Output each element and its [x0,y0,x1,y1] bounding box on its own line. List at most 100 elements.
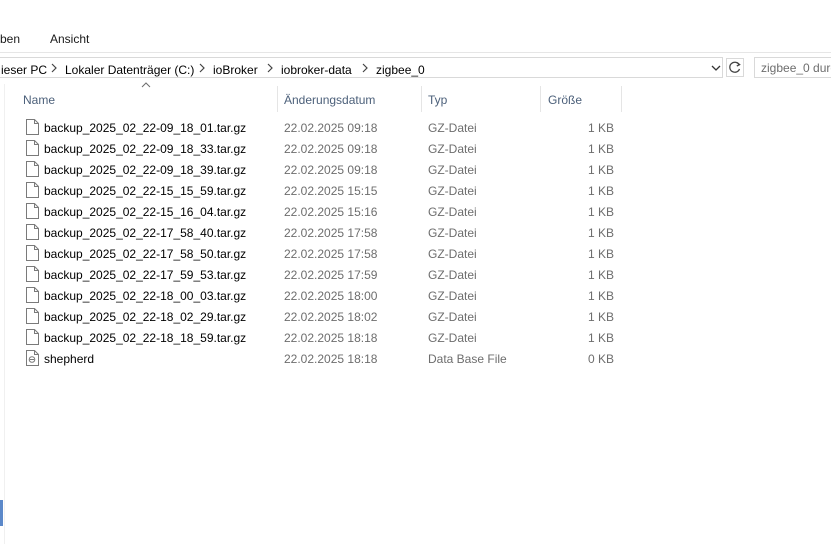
file-name: backup_2025_02_22-15_15_59.tar.gz [44,184,247,198]
file-size: 1 KB [587,289,614,303]
file-name: backup_2025_02_22-18_00_03.tar.gz [44,289,247,303]
file-icon [26,182,39,198]
column-header-name[interactable]: Name [18,86,277,112]
file-icon [26,329,39,345]
column-header-name-label: Name [23,93,56,107]
file-date: 22.02.2025 18:02 [284,310,378,324]
address-bar[interactable]: ieser PC Lokaler Datenträger (C:) ioBrok… [0,57,723,78]
file-row[interactable]: backup_2025_02_22-15_15_59.tar.gz 22.02.2… [18,180,629,201]
refresh-icon [729,61,741,73]
file-size: 1 KB [587,268,614,282]
file-icon [26,245,39,261]
file-row[interactable]: backup_2025_02_22-17_58_40.tar.gz 22.02.2… [18,222,629,243]
column-divider[interactable] [621,86,622,112]
chevron-right-icon[interactable] [50,62,58,74]
column-header-size-label: Größe [548,93,583,107]
file-date: 22.02.2025 09:18 [284,121,378,135]
file-icon [26,266,39,282]
file-type: Data Base File [428,352,507,366]
file-type: GZ-Datei [428,310,477,324]
file-icon [26,161,39,177]
file-date: 22.02.2025 18:18 [284,331,378,345]
file-type: GZ-Datei [428,247,477,261]
file-date: 22.02.2025 18:00 [284,289,378,303]
search-field[interactable] [754,57,831,78]
navigation-scrollbar[interactable] [0,500,3,526]
file-size: 1 KB [587,205,614,219]
file-size: 1 KB [587,142,614,156]
file-type: GZ-Datei [428,184,477,198]
navigation-pane-divider [4,84,5,544]
file-row[interactable]: shepherd 22.02.2025 18:18 Data Base File 0 … [18,348,629,369]
ribbon-tab-view[interactable]: Ansicht [50,32,89,46]
database-file-icon [26,350,39,366]
file-row[interactable]: backup_2025_02_22-15_16_04.tar.gz 22.02.2… [18,201,629,222]
column-header-type[interactable]: Typ [422,86,540,112]
file-date: 22.02.2025 09:18 [284,163,378,177]
breadcrumb-zigbee[interactable]: zigbee_0 [376,63,425,77]
file-row[interactable]: backup_2025_02_22-18_02_29.tar.gz 22.02.2… [18,306,629,327]
chevron-right-icon[interactable] [266,62,274,74]
file-name: shepherd [44,352,95,366]
file-icon [26,203,39,219]
file-row[interactable]: backup_2025_02_22-09_18_01.tar.gz 22.02.2… [18,117,629,138]
breadcrumb-local-disk[interactable]: Lokaler Datenträger (C:) [65,63,194,77]
file-size: 1 KB [587,247,614,261]
file-name: backup_2025_02_22-15_16_04.tar.gz [44,205,247,219]
file-name: backup_2025_02_22-17_59_53.tar.gz [44,268,247,282]
column-header-date[interactable]: Änderungsdatum [278,86,421,112]
file-name: backup_2025_02_22-09_18_01.tar.gz [44,121,247,135]
chevron-right-icon[interactable] [361,62,369,74]
ribbon: ben Ansicht [0,0,831,52]
file-row[interactable]: backup_2025_02_22-09_18_39.tar.gz 22.02.2… [18,159,629,180]
breadcrumb-this-pc[interactable]: ieser PC [1,63,47,77]
file-date: 22.02.2025 17:59 [284,268,378,282]
ribbon-tab-partial[interactable]: ben [0,32,20,46]
file-type: GZ-Datei [428,289,477,303]
file-size: 1 KB [587,226,614,240]
file-name: backup_2025_02_22-17_58_40.tar.gz [44,226,247,240]
file-row[interactable]: backup_2025_02_22-17_58_50.tar.gz 22.02.2… [18,243,629,264]
file-row[interactable]: backup_2025_02_22-18_18_59.tar.gz 22.02.2… [18,327,629,348]
file-icon [26,224,39,240]
file-icon [26,140,39,156]
file-size: 1 KB [587,163,614,177]
file-name: backup_2025_02_22-17_58_50.tar.gz [44,247,247,261]
file-type: GZ-Datei [428,268,477,282]
file-type: GZ-Datei [428,142,477,156]
refresh-button[interactable] [726,58,744,77]
search-input[interactable] [755,58,831,77]
file-name: backup_2025_02_22-18_18_59.tar.gz [44,331,247,345]
breadcrumb-iobroker-data[interactable]: iobroker-data [281,63,352,77]
ribbon-divider [0,52,831,53]
file-date: 22.02.2025 15:16 [284,205,378,219]
column-header-size[interactable]: Größe [541,86,621,112]
file-row[interactable]: backup_2025_02_22-17_59_53.tar.gz 22.02.2… [18,264,629,285]
file-size: 1 KB [587,121,614,135]
file-size: 1 KB [587,184,614,198]
file-type: GZ-Datei [428,121,477,135]
address-bar-row: ieser PC Lokaler Datenträger (C:) ioBrok… [0,56,831,80]
chevron-right-icon[interactable] [198,62,206,74]
file-name: backup_2025_02_22-18_02_29.tar.gz [44,310,247,324]
file-size: 1 KB [587,331,614,345]
file-name: backup_2025_02_22-09_18_39.tar.gz [44,163,247,177]
file-type: GZ-Datei [428,163,477,177]
file-row[interactable]: backup_2025_02_22-18_00_03.tar.gz 22.02.2… [18,285,629,306]
file-icon [26,287,39,303]
chevron-down-icon[interactable] [709,61,723,76]
file-name: backup_2025_02_22-09_18_33.tar.gz [44,142,247,156]
file-type: GZ-Datei [428,205,477,219]
file-type: GZ-Datei [428,331,477,345]
file-date: 22.02.2025 17:58 [284,226,378,240]
file-size: 1 KB [587,310,614,324]
file-date: 22.02.2025 18:18 [284,352,378,366]
breadcrumb-iobroker[interactable]: ioBroker [213,63,258,77]
column-header-type-label: Typ [428,93,448,107]
file-row[interactable]: backup_2025_02_22-09_18_33.tar.gz 22.02.2… [18,138,629,159]
file-size: 0 KB [587,352,614,366]
file-date: 22.02.2025 17:58 [284,247,378,261]
file-icon [26,119,39,135]
file-type: GZ-Datei [428,226,477,240]
column-header-date-label: Änderungsdatum [284,93,376,107]
